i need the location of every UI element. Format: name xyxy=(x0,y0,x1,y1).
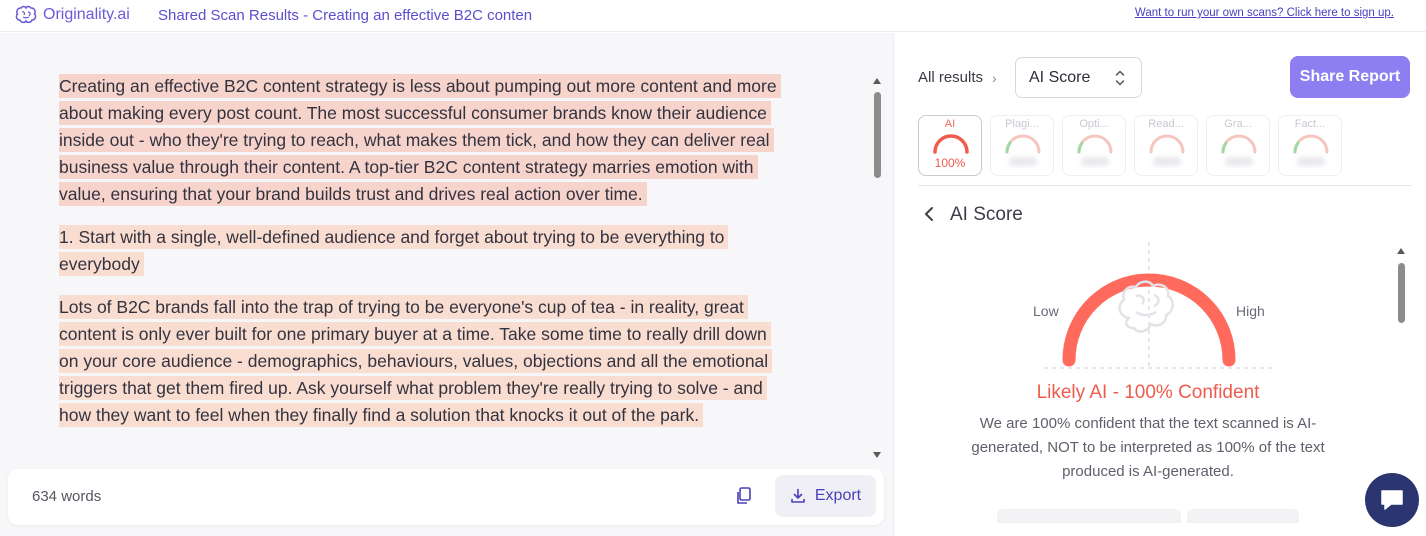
mini-gauge-icon xyxy=(1149,134,1185,154)
chevron-left-icon[interactable] xyxy=(924,206,934,222)
gauge-low-label: Low xyxy=(1033,303,1059,319)
all-results-link[interactable]: All results › xyxy=(918,69,997,86)
download-icon xyxy=(791,488,805,503)
tab-plagiarism[interactable]: Plagi... xyxy=(990,115,1054,176)
word-count: 634 words xyxy=(32,488,102,505)
chevron-right-icon: › xyxy=(992,69,997,86)
mini-gauge-icon xyxy=(933,134,969,154)
mini-gauge-icon xyxy=(1077,134,1113,154)
tab-label: Read... xyxy=(1148,118,1184,130)
tab-grammar[interactable]: Gra... xyxy=(1206,115,1270,176)
page-title: Shared Scan Results - Creating an effect… xyxy=(158,7,533,24)
hidden-value xyxy=(1081,157,1109,166)
text-paragraph: Lots of B2C brands fall into the trap of… xyxy=(59,294,779,429)
divider xyxy=(918,185,1412,186)
result-card-placeholder xyxy=(1187,509,1299,523)
all-results-label: All results xyxy=(918,69,984,86)
tab-label: Fact... xyxy=(1294,118,1326,130)
brand-logo[interactable]: Originality.ai xyxy=(14,5,130,25)
result-card-placeholder xyxy=(997,509,1181,523)
score-type-value: AI Score xyxy=(1029,69,1091,86)
export-button[interactable]: Export xyxy=(775,475,876,517)
document-pane: Creating an effective B2C content strate… xyxy=(0,33,893,536)
scroll-up-icon[interactable] xyxy=(873,78,881,84)
scroll-thumb[interactable] xyxy=(874,92,881,178)
ai-verdict: Likely AI - 100% Confident xyxy=(1036,382,1260,403)
text-paragraph: 1. Start with a single, well-defined aud… xyxy=(59,224,779,278)
tab-value: 100% xyxy=(934,156,966,170)
hidden-value xyxy=(1225,157,1253,166)
share-report-button[interactable]: Share Report xyxy=(1290,56,1410,98)
mini-gauge-icon xyxy=(1005,134,1041,154)
top-bar: Originality.ai Shared Scan Results - Cre… xyxy=(0,0,1426,32)
scroll-up-icon[interactable] xyxy=(1397,248,1405,254)
mini-gauge-icon xyxy=(1221,134,1257,154)
scroll-thumb[interactable] xyxy=(1398,263,1405,323)
tab-readability[interactable]: Read... xyxy=(1134,115,1198,176)
tab-ai[interactable]: AI 100% xyxy=(918,115,982,176)
tab-fact-check[interactable]: Fact... xyxy=(1278,115,1342,176)
document-scrollbar[interactable] xyxy=(873,78,882,458)
text-paragraph: Creating an effective B2C content strate… xyxy=(59,73,781,208)
scroll-down-icon[interactable] xyxy=(873,452,881,458)
section-title: AI Score xyxy=(950,204,1023,225)
copy-button[interactable] xyxy=(734,486,754,506)
tab-label: Plagi... xyxy=(1005,118,1039,130)
verdict-explanation: We are 100% confident that the text scan… xyxy=(971,415,1325,480)
hidden-value xyxy=(1297,157,1325,166)
copy-icon xyxy=(737,487,751,504)
chat-button[interactable] xyxy=(1365,473,1419,527)
signup-link[interactable]: Want to run your own scans? Click here t… xyxy=(1135,7,1394,19)
hidden-value xyxy=(1153,157,1181,166)
score-type-select[interactable]: AI Score xyxy=(1015,57,1142,98)
tab-optimization[interactable]: Opti... xyxy=(1062,115,1126,176)
score-tabs: AI 100% Plagi... Opti... Read... Gra... … xyxy=(918,115,1342,176)
mini-gauge-icon xyxy=(1293,134,1329,154)
tab-label: AI xyxy=(944,118,956,130)
chevron-updown-icon xyxy=(1115,70,1125,86)
brand-name: Originality.ai xyxy=(43,6,130,23)
chat-icon xyxy=(1381,490,1403,510)
document-footer: 634 words Export xyxy=(8,469,884,525)
results-pane: All results › AI Score Share Report AI 1… xyxy=(893,33,1426,536)
brain-icon xyxy=(1118,280,1174,333)
scanned-text: Creating an effective B2C content strate… xyxy=(0,33,870,459)
hidden-value xyxy=(1009,157,1037,166)
gauge-high-label: High xyxy=(1236,303,1265,319)
brain-icon xyxy=(15,5,37,24)
tab-label: Opti... xyxy=(1079,118,1109,130)
export-label: Export xyxy=(814,487,862,504)
tab-label: Gra... xyxy=(1224,118,1252,130)
